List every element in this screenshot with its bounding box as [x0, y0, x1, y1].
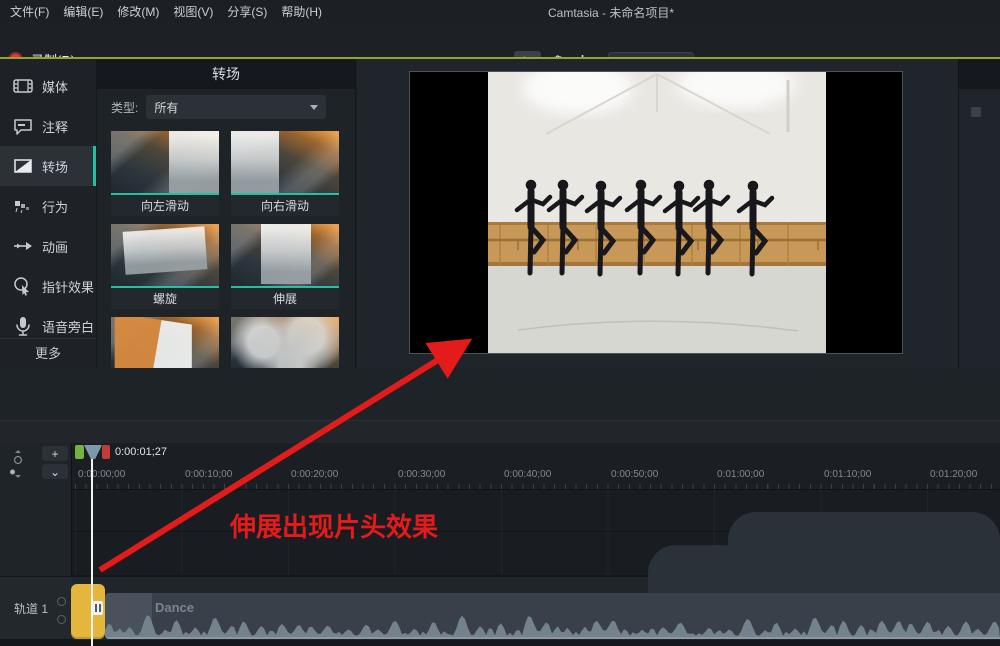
ruler-label: 0:01:00;00 [717, 469, 765, 480]
in-point-handle[interactable] [75, 445, 84, 459]
sidebar-item-label: 行为 [42, 199, 69, 215]
chevron-down-icon [310, 104, 319, 110]
ruler-label: 0:01:10;00 [824, 469, 872, 480]
ruler-label: 0:00:30;00 [398, 469, 446, 480]
transitions-icon [14, 159, 32, 173]
add-track-button[interactable]: + [42, 446, 68, 461]
transition-item-cube[interactable] [111, 317, 219, 368]
track-height-control[interactable] [8, 447, 28, 481]
transition-thumbnail [111, 224, 219, 286]
playback-bar: ‹ › 00:01 / 01:19 [0, 368, 1000, 420]
type-label: 类型: [111, 100, 139, 115]
sidebar-item-transitions[interactable]: 转场 [0, 146, 96, 186]
transition-item-dissolve[interactable] [231, 317, 339, 368]
transition-item-stretch[interactable]: 伸展 [231, 224, 339, 309]
transition-item-spiral[interactable]: 螺旋 [111, 224, 219, 309]
properties-icon [971, 107, 981, 117]
transition-thumbnail [231, 131, 339, 193]
menu-view[interactable]: 视图(V) [173, 3, 213, 20]
ruler-ticks [75, 484, 1000, 489]
transition-label: 伸展 [231, 288, 339, 309]
preview-area [357, 59, 958, 368]
transition-type-select[interactable]: 所有 [146, 95, 327, 119]
ruler-label: 0:00:50;00 [611, 469, 659, 480]
properties-panel-header [959, 59, 1000, 89]
preview-canvas[interactable] [409, 71, 903, 354]
out-point-handle[interactable] [102, 445, 110, 459]
ruler-label: 0:00:40;00 [504, 469, 552, 480]
sidebar-item-animations[interactable]: 动画 [0, 226, 96, 266]
menu-file[interactable]: 文件(F) [10, 3, 49, 20]
type-value: 所有 [154, 100, 179, 115]
sidebar-item-label: 指针效果 [42, 279, 95, 295]
timeline-ruler[interactable]: 0:00:00;00 0:00:10;00 0:00:20;00 0:00:30… [72, 463, 1000, 490]
menu-help[interactable]: 帮助(H) [281, 3, 322, 20]
transition-item-slide-left[interactable]: 向左滑动 [111, 131, 219, 216]
sidebar-item-label: 注释 [42, 119, 69, 135]
transition-label: 向右滑动 [231, 195, 339, 216]
transitions-panel: 转场 类型: 所有 向左滑动 向右滑动 螺旋 伸展 [96, 59, 356, 368]
sidebar-item-label: 动画 [42, 239, 69, 255]
transition-type-row: 类型: 所有 [97, 89, 355, 125]
menu-modify[interactable]: 修改(M) [117, 3, 159, 20]
sidebar-item-label: 媒体 [42, 79, 69, 95]
menu-edit[interactable]: 编辑(E) [63, 3, 103, 20]
timeline: + ⌄ 0:00:00;00 0:00:10;00 0:00:20;00 0:0… [0, 443, 1000, 646]
sidebar-item-label: 转场 [42, 159, 69, 175]
transition-item-slide-right[interactable]: 向右滑动 [231, 131, 339, 216]
window-title: Camtasia - 未命名项目* [548, 6, 675, 20]
ruler-label: 0:00:10;00 [185, 469, 233, 480]
collapse-tracks-button[interactable]: ⌄ [42, 464, 68, 479]
transition-thumbnail [111, 317, 219, 368]
app-window: 文件(F) 编辑(E) 修改(M) 视图(V) 分享(S) 帮助(H) Camt… [0, 0, 1000, 646]
transition-thumbnail [231, 224, 339, 286]
menu-bar: 文件(F) 编辑(E) 修改(M) 视图(V) 分享(S) 帮助(H) [0, 0, 1000, 22]
playhead-line [91, 459, 93, 646]
properties-panel-edge [958, 59, 1000, 368]
cursor-effects-icon [14, 277, 29, 296]
audio-waveform [105, 615, 1000, 639]
sidebar-item-cursor-effects[interactable]: 指针效果 [0, 266, 96, 306]
dance-clip[interactable]: Dance [105, 593, 1000, 639]
sidebar-more-button[interactable]: 更多 [0, 338, 96, 366]
intro-transition-clip[interactable] [71, 584, 105, 639]
timeline-toolbar [0, 420, 1000, 443]
playhead-time: 0:00:01;27 [115, 446, 167, 458]
sidebar: 媒体 注释 转场 行为 动画 指针效果 语音旁白 更多 [0, 59, 96, 368]
transition-label: 螺旋 [111, 288, 219, 309]
video-content [488, 72, 826, 353]
video-frame [488, 72, 826, 353]
ruler-label: 0:00:00;00 [78, 469, 126, 480]
transition-thumbnail [111, 131, 219, 193]
media-icon [13, 79, 33, 93]
annotation-text: 伸展出现片头效果 [230, 512, 439, 542]
animations-icon [14, 242, 32, 250]
transition-badge-icon [92, 601, 103, 615]
sidebar-item-media[interactable]: 媒体 [0, 66, 96, 106]
panel-title: 转场 [97, 59, 355, 89]
ruler-label: 0:01:20;00 [930, 469, 978, 480]
menu-share[interactable]: 分享(S) [227, 3, 267, 20]
track-lock-toggle[interactable] [57, 597, 66, 606]
track1-header: 轨道 1 [0, 576, 72, 640]
behaviors-icon [15, 201, 29, 214]
ruler-label: 0:00:20;00 [291, 469, 339, 480]
sidebar-item-annotations[interactable]: 注释 [0, 106, 96, 146]
annotation-icon [14, 119, 32, 135]
transition-label: 向左滑动 [111, 195, 219, 216]
timeline-scrollbar-area[interactable] [0, 640, 1000, 646]
transition-thumbnail [231, 317, 339, 368]
sidebar-item-label: 语音旁白 [42, 319, 95, 335]
sidebar-more-label: 更多 [34, 346, 61, 361]
sidebar-item-behaviors[interactable]: 行为 [0, 186, 96, 226]
track-name: 轨道 1 [14, 601, 49, 616]
record-toolbar: 录制(R) 43% [0, 22, 1000, 74]
track-visibility-toggle[interactable] [57, 615, 66, 624]
microphone-icon [16, 317, 30, 336]
